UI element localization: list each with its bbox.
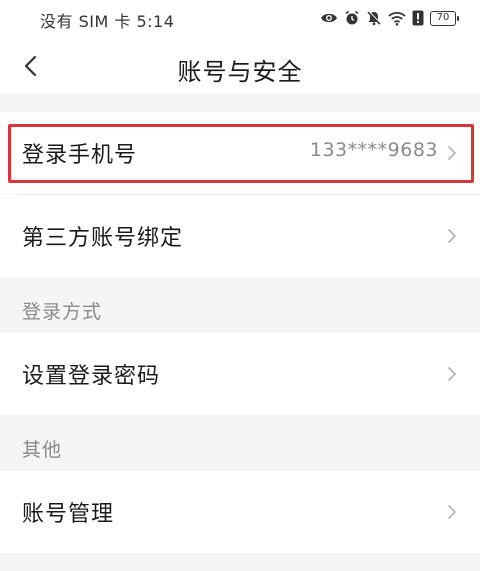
status-bar: 没有 SIM 卡 5:14 70 [0, 0, 480, 38]
section-label: 登录方式 [22, 301, 103, 323]
battery-icon: 70 [430, 10, 459, 26]
status-icons: 70 [320, 9, 459, 27]
status-text: 没有 SIM 卡 5:14 [40, 12, 175, 31]
chevron-right-icon [448, 229, 456, 243]
account-manage-label: 账号管理 [22, 502, 115, 527]
login-phone-row[interactable]: 登录手机号 133****9683 [0, 112, 480, 194]
third-party-binding-label: 第三方账号绑定 [22, 226, 184, 251]
login-phone-value: 133****9683 [309, 139, 438, 161]
third-party-binding-row[interactable]: 第三方账号绑定 [0, 195, 480, 277]
page-title: 账号与安全 [177, 58, 303, 86]
nav-bar: 账号与安全 [0, 38, 480, 94]
section-header-other: 其他 [0, 415, 480, 471]
chevron-right-icon [448, 367, 456, 381]
set-password-label: 设置登录密码 [22, 364, 161, 389]
alert-icon [412, 10, 424, 26]
section-label: 其他 [22, 439, 63, 461]
set-password-row[interactable]: 设置登录密码 [0, 333, 480, 415]
account-manage-row[interactable]: 账号管理 [0, 471, 480, 553]
alarm-icon [345, 10, 359, 25]
chevron-right-icon [448, 505, 456, 519]
chevron-right-icon [448, 146, 456, 160]
section-header-login-method: 登录方式 [0, 277, 480, 333]
wifi-icon [388, 11, 406, 26]
login-phone-label: 登录手机号 [22, 143, 138, 168]
eye-icon [321, 13, 337, 23]
bell-off-icon [367, 10, 382, 26]
